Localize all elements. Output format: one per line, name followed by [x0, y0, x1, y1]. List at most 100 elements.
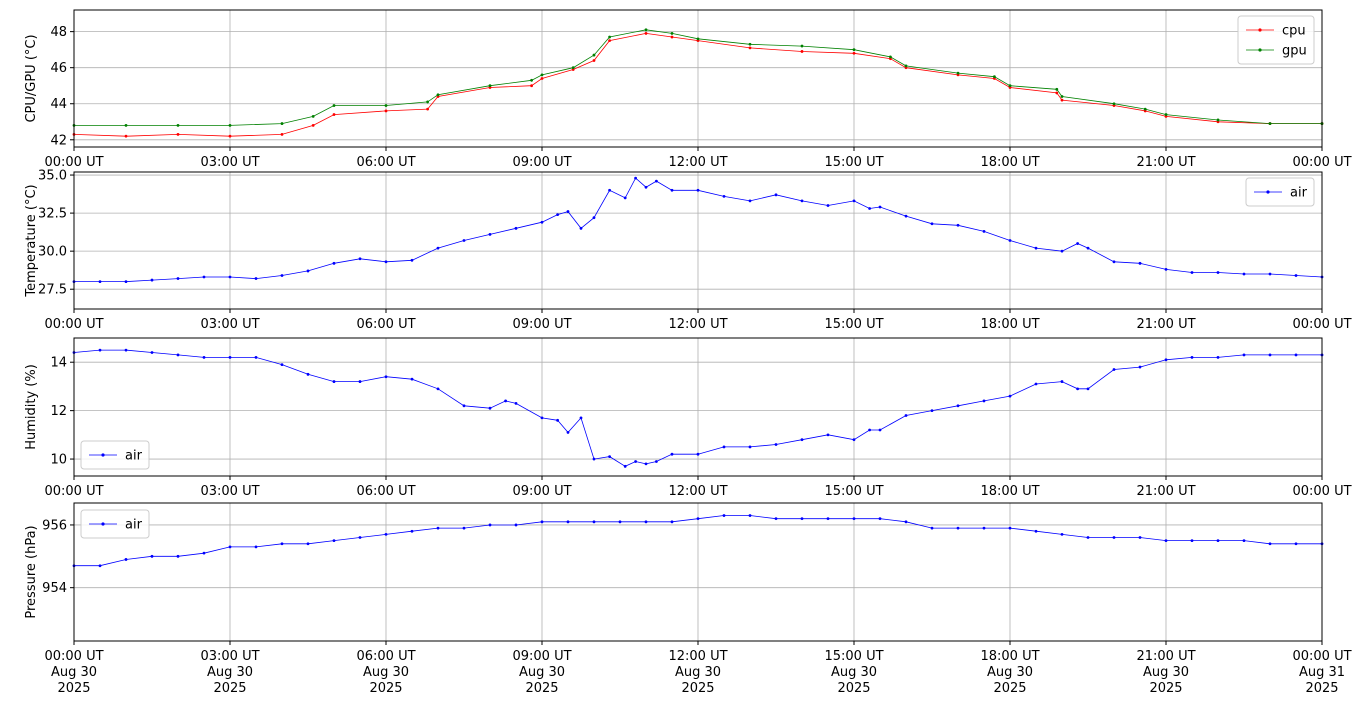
data-point — [670, 452, 674, 456]
data-point — [176, 353, 180, 357]
data-point — [852, 517, 856, 521]
data-point — [930, 222, 934, 226]
x-tick-label: 15:00 UT — [824, 317, 883, 332]
data-point — [566, 210, 570, 213]
data-point — [566, 431, 570, 434]
data-point — [124, 348, 128, 352]
data-point — [436, 246, 440, 250]
data-point — [774, 193, 778, 197]
data-point — [655, 460, 658, 463]
x-tick-label: 21:00 UT — [1136, 317, 1195, 332]
data-point — [608, 455, 611, 459]
y-tick-label: 35.0 — [38, 169, 67, 184]
data-point — [556, 418, 559, 422]
x-tick-label: 21:00 UT — [1136, 484, 1195, 499]
data-point — [1242, 539, 1246, 543]
data-point — [748, 46, 752, 50]
data-point — [878, 428, 882, 432]
data-point — [1268, 353, 1272, 357]
data-point — [384, 375, 388, 379]
data-point — [930, 409, 934, 413]
x-tick-label: 03:00 UT — [200, 317, 259, 332]
x-tick-label: 21:00 UT — [1136, 155, 1195, 170]
data-point — [956, 404, 960, 408]
data-point — [670, 188, 674, 192]
data-point — [1190, 539, 1194, 543]
x-tick-label: 09:00 UT — [512, 155, 571, 170]
data-point — [748, 514, 752, 517]
x-tick-label: 06:00 UT Aug 30 2025 — [356, 649, 415, 696]
y-tick-label: 44 — [50, 97, 67, 112]
data-point — [1164, 113, 1168, 116]
data-point — [98, 280, 102, 283]
data-point — [1216, 271, 1220, 274]
y-tick-label: 46 — [50, 61, 67, 76]
x-tick-label: 09:00 UT — [512, 484, 571, 499]
data-point — [1164, 268, 1168, 271]
data-point — [930, 526, 934, 530]
data-point — [618, 520, 622, 524]
data-point — [488, 523, 492, 527]
data-point — [1242, 272, 1246, 276]
data-point — [1076, 242, 1079, 245]
data-point — [956, 223, 960, 227]
data-point — [623, 464, 627, 468]
data-point — [228, 355, 232, 359]
data-point — [1294, 542, 1298, 546]
data-point — [1086, 387, 1090, 391]
data-point — [436, 526, 440, 530]
data-point — [982, 229, 986, 233]
data-point — [1216, 355, 1220, 359]
x-tick-label: 03:00 UT — [200, 484, 259, 499]
x-tick-label: 15:00 UT — [824, 484, 883, 499]
data-point — [384, 104, 388, 107]
data-point — [608, 35, 611, 39]
data-point — [852, 199, 856, 203]
data-point — [1055, 87, 1059, 91]
data-point — [436, 387, 440, 391]
data-point — [150, 278, 154, 282]
data-point — [1112, 102, 1116, 106]
data-point — [254, 355, 258, 359]
legend: air — [1245, 177, 1315, 207]
data-point — [904, 64, 908, 68]
data-point — [410, 377, 414, 381]
data-point — [556, 213, 559, 217]
data-point — [696, 188, 700, 192]
data-point — [644, 462, 648, 466]
chart-panel-3: 10 12 14 00:00 UT 03:00 UT 06:00 UT 09:00 UT 12… — [24, 337, 1352, 499]
legend-label: air — [125, 518, 143, 533]
legend-label: cpu — [1282, 24, 1306, 39]
data-point — [592, 53, 596, 57]
chart-panel-2: 27.5 30.0 32.5 35.0 00:00 UT 03:00 UT 06:00 UT… — [24, 169, 1352, 332]
data-point — [644, 185, 648, 189]
data-point — [644, 28, 648, 32]
data-point — [1138, 365, 1142, 369]
data-point — [358, 380, 362, 383]
y-tick-label: 32.5 — [38, 207, 67, 222]
y-tick-label: 42 — [50, 133, 67, 148]
data-point — [571, 66, 575, 70]
data-point — [800, 50, 804, 53]
data-point — [982, 526, 986, 530]
y-tick-label: 12 — [50, 404, 67, 419]
data-point — [202, 275, 206, 279]
data-point — [1138, 536, 1142, 539]
data-point — [826, 517, 830, 521]
legend-label: gpu — [1282, 44, 1307, 59]
x-tick-label: 15:00 UT Aug 30 2025 — [824, 649, 883, 696]
data-point — [1164, 539, 1168, 543]
data-point — [722, 514, 726, 517]
data-point — [1034, 382, 1038, 386]
data-point — [644, 32, 648, 35]
data-point — [280, 274, 284, 277]
x-tick-label: 00:00 UT — [44, 484, 103, 499]
data-point — [98, 564, 102, 568]
data-point — [488, 406, 492, 410]
data-point — [696, 452, 700, 456]
legend-marker — [101, 453, 105, 457]
data-point — [826, 204, 830, 207]
data-point — [426, 100, 429, 104]
data-point — [748, 199, 752, 203]
data-point — [228, 123, 232, 127]
